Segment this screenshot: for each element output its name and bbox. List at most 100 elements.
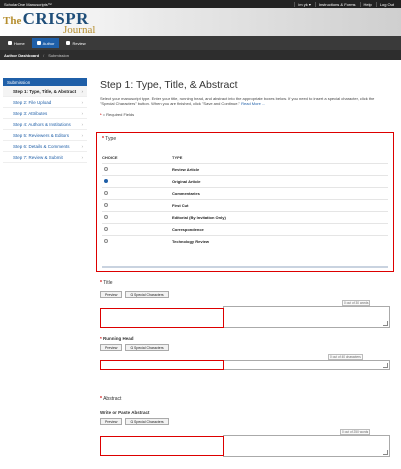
sidebar-step-5[interactable]: Step 5: Reviewers & Editors ›	[3, 130, 87, 141]
radio-editorial[interactable]	[104, 215, 108, 219]
home-icon	[8, 41, 12, 45]
abstract-section: * Abstract Write or Paste Abstract Previ…	[100, 396, 392, 425]
page-title: Step 1: Type, Title, & Abstract	[100, 79, 238, 91]
running-head-highlight[interactable]	[100, 360, 224, 370]
radio-technology-review[interactable]	[104, 239, 108, 243]
sidebar-step-2[interactable]: Step 2: File Upload ›	[3, 97, 87, 108]
breadcrumb-dashboard[interactable]: Author Dashboard	[4, 53, 39, 58]
title-toolbar: Preview Ω Special Characters	[100, 291, 392, 298]
title-input-highlight[interactable]	[100, 308, 224, 328]
abstract-label: * Abstract	[100, 396, 122, 402]
logout-link[interactable]: Log Out	[375, 1, 397, 7]
abstract-input[interactable]	[223, 435, 390, 457]
chevron-right-icon: ›	[81, 110, 84, 116]
radio-original-article[interactable]	[104, 179, 108, 183]
journal-header: The CRISPR Journal	[0, 8, 401, 36]
required-star: *	[100, 111, 102, 117]
option-label: Original Article	[172, 179, 201, 184]
step-label: Step 5: Reviewers & Editors	[13, 132, 70, 138]
radio-correspondence[interactable]	[104, 227, 108, 231]
required-note: * = Required Fields	[100, 112, 396, 117]
help-link[interactable]: Help	[359, 1, 375, 7]
type-option-row[interactable]: Correspondence	[102, 223, 388, 235]
sidebar-step-4[interactable]: Step 4: Authors & Institutions ›	[3, 119, 87, 130]
option-label: First Cut	[172, 203, 189, 208]
main-nav: Home Author Review	[0, 36, 401, 50]
type-option-row[interactable]: Editorial (By Invitation Only)	[102, 211, 388, 223]
step-label: Step 7: Review & Submit	[13, 154, 63, 160]
option-label: Editorial (By Invitation Only)	[172, 215, 226, 220]
sidebar-heading: Submission	[3, 78, 87, 86]
type-option-row[interactable]: Commentaries	[102, 187, 388, 199]
title-label: * Title	[100, 280, 113, 286]
type-section-bottom-bar	[102, 266, 388, 268]
tab-review[interactable]: Review	[61, 38, 90, 48]
radio-commentaries[interactable]	[104, 191, 108, 195]
running-head-input[interactable]	[223, 360, 390, 370]
resize-handle[interactable]	[383, 450, 388, 455]
radio-review-article[interactable]	[104, 167, 108, 171]
tab-home[interactable]: Home	[3, 38, 30, 48]
option-label: Commentaries	[172, 191, 200, 196]
step-label: Step 4: Authors & Institutions	[13, 121, 71, 127]
intro-body: Select your manuscript type. Enter your …	[100, 96, 375, 107]
title-section: * Title Preview Ω Special Characters	[100, 280, 392, 298]
preview-button[interactable]: Preview	[100, 344, 123, 351]
step-label: Step 3: Attributes	[13, 110, 48, 116]
pencil-icon	[36, 41, 41, 45]
abstract-toolbar: Preview Ω Special Characters	[100, 418, 392, 425]
sidebar-step-7[interactable]: Step 7: Review & Submit ›	[3, 152, 87, 163]
top-bar: ScholarOne Manuscripts™ im yk ▾ Instruct…	[0, 0, 401, 8]
chevron-right-icon: ›	[81, 154, 84, 160]
instructions-link[interactable]: Instructions & Forms	[314, 1, 359, 7]
breadcrumb-current: Submission	[48, 52, 69, 58]
chevron-right-icon: ›	[81, 143, 84, 149]
step-label: Step 1: Type, Title, & Abstract	[13, 88, 77, 94]
type-option-row[interactable]: First Cut	[102, 199, 388, 211]
resize-handle[interactable]	[383, 321, 388, 326]
submission-sidebar: Submission Step 1: Type, Title, & Abstra…	[3, 78, 87, 163]
sidebar-step-1[interactable]: Step 1: Type, Title, & Abstract ›	[3, 86, 87, 97]
tab-author-label: Author	[42, 40, 55, 46]
required-text: = Required Fields	[102, 111, 135, 117]
running-head-toolbar: Preview Ω Special Characters	[100, 344, 392, 351]
running-head-label-text: Running Head	[103, 336, 134, 341]
title-input[interactable]	[223, 306, 390, 328]
running-head-label: * Running Head	[100, 336, 134, 341]
special-characters-button[interactable]: Ω Special Characters	[125, 418, 169, 425]
chevron-right-icon: ›	[81, 88, 84, 94]
user-menu[interactable]: im yk ▾	[294, 1, 313, 7]
tab-author[interactable]: Author	[31, 38, 60, 48]
tab-home-label: Home	[14, 40, 25, 46]
breadcrumb-separator: /	[43, 52, 45, 58]
type-option-row[interactable]: Review Article	[102, 163, 388, 175]
special-characters-button[interactable]: Ω Special Characters	[125, 344, 169, 351]
title-label-text: Title	[103, 280, 113, 286]
running-head-section: * Running Head Preview Ω Special Characte…	[100, 336, 392, 351]
breadcrumb: Author Dashboard / Submission	[0, 50, 401, 60]
read-more-link[interactable]: Read More ...	[241, 101, 265, 106]
special-characters-button[interactable]: Ω Special Characters	[125, 291, 169, 298]
preview-button[interactable]: Preview	[100, 291, 123, 298]
sidebar-step-3[interactable]: Step 3: Attributes ›	[3, 108, 87, 119]
type-option-row[interactable]: Original Article	[102, 175, 388, 187]
preview-button[interactable]: Preview	[100, 418, 123, 425]
chevron-right-icon: ›	[81, 132, 84, 138]
chevron-right-icon: ›	[81, 121, 84, 127]
option-label: Review Article	[172, 167, 200, 172]
col-choice: CHOICE	[102, 155, 118, 160]
sidebar-step-6[interactable]: Step 6: Details & Comments ›	[3, 141, 87, 152]
logo-journal: Journal	[63, 24, 96, 36]
journal-logo[interactable]: The CRISPR Journal	[3, 10, 95, 36]
top-links: im yk ▾ Instructions & Forms Help Log Ou…	[294, 1, 397, 7]
brand-text: ScholarOne Manuscripts™	[4, 1, 52, 7]
type-label: * Type	[102, 136, 117, 142]
type-option-row[interactable]: Technology Review	[102, 235, 388, 247]
type-label-text: Type	[105, 136, 117, 142]
intro-text: Select your manuscript type. Enter your …	[100, 96, 385, 107]
abstract-input-highlight[interactable]	[100, 436, 224, 456]
chevron-right-icon: ›	[81, 99, 84, 105]
resize-handle[interactable]	[383, 363, 388, 368]
radio-first-cut[interactable]	[104, 203, 108, 207]
tab-review-label: Review	[72, 40, 86, 46]
